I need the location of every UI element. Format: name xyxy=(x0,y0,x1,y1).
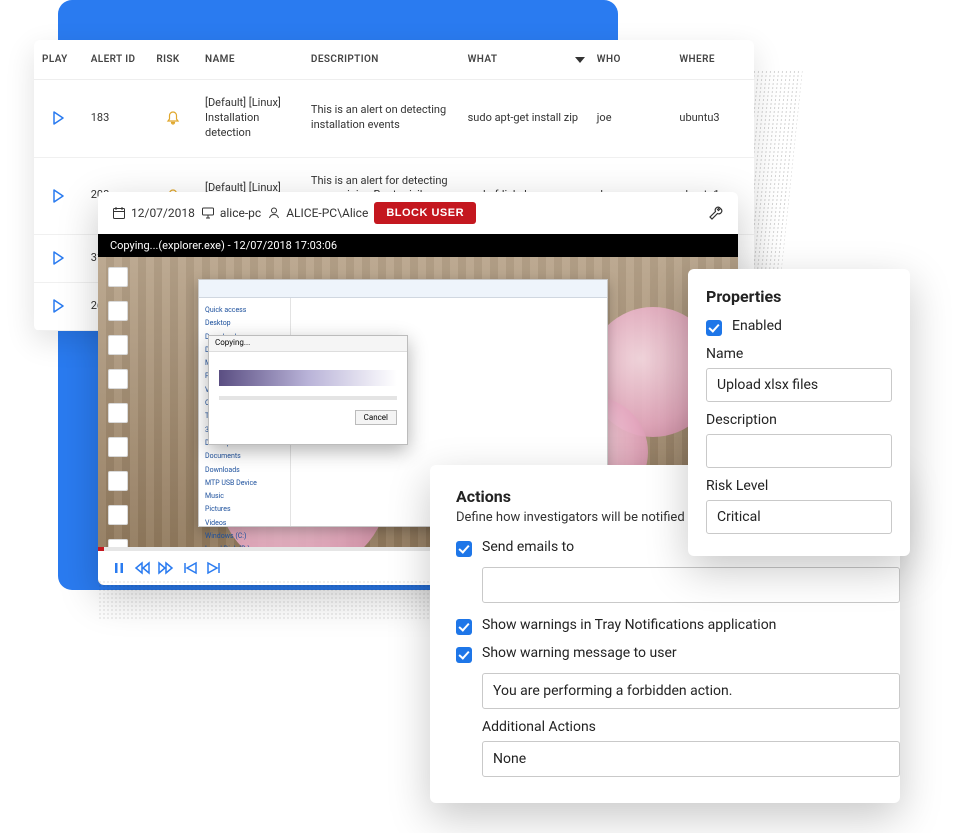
session-date-value: 12/07/2018 xyxy=(131,206,195,220)
risk-level-value: Critical xyxy=(717,509,761,525)
additional-actions-value: None xyxy=(493,751,526,767)
user-warning-label: Show warning message to user xyxy=(482,645,677,661)
header-name[interactable]: NAME xyxy=(197,40,303,80)
header-who[interactable]: WHO xyxy=(589,40,672,80)
session-host-value: alice-pc xyxy=(220,206,261,220)
calendar-icon xyxy=(112,206,126,220)
cell-who: joe xyxy=(589,80,672,158)
cell-risk xyxy=(148,80,197,158)
play-button[interactable] xyxy=(34,235,83,283)
properties-title: Properties xyxy=(706,287,892,306)
name-input[interactable]: Upload xlsx files xyxy=(706,368,892,402)
properties-panel: Properties Enabled Name Upload xlsx file… xyxy=(688,269,910,556)
play-button[interactable] xyxy=(34,157,83,235)
skip-back-button[interactable] xyxy=(182,561,198,575)
tray-warning-row[interactable]: Show warnings in Tray Notifications appl… xyxy=(456,617,874,635)
play-icon xyxy=(51,189,65,203)
table-row[interactable]: 183 [Default] [Linux] Installation detec… xyxy=(34,80,754,158)
tray-warning-label: Show warnings in Tray Notifications appl… xyxy=(482,617,776,633)
wrench-icon[interactable] xyxy=(708,205,724,221)
checkbox-checked-icon[interactable] xyxy=(706,320,722,336)
session-host: alice-pc xyxy=(201,206,261,220)
copy-dialog: Copying... Cancel xyxy=(208,335,408,445)
checkbox-checked-icon[interactable] xyxy=(456,647,472,663)
forward-button[interactable] xyxy=(158,561,174,575)
enabled-label: Enabled xyxy=(732,318,782,334)
header-what[interactable]: WHAT xyxy=(460,40,589,80)
name-value: Upload xlsx files xyxy=(717,377,818,393)
bell-icon xyxy=(166,111,180,125)
session-user-value: ALICE-PC\Alice xyxy=(286,206,368,220)
play-icon xyxy=(51,111,65,125)
cell-description: This is an alert on detecting installati… xyxy=(303,80,460,158)
copy-dialog-title: Copying... xyxy=(209,336,407,352)
user-warning-row[interactable]: Show warning message to user xyxy=(456,645,874,663)
additional-actions-label: Additional Actions xyxy=(482,719,874,735)
player-info-bar: 12/07/2018 alice-pc ALICE-PC\Alice BLOCK… xyxy=(98,192,738,234)
header-risk[interactable]: RISK xyxy=(148,40,197,80)
header-alert-id[interactable]: ALERT ID xyxy=(83,40,149,80)
desktop-icons xyxy=(108,267,130,585)
play-icon xyxy=(51,251,65,265)
player-title-bar: Copying...(explorer.exe) - 12/07/2018 17… xyxy=(98,234,738,257)
sort-desc-icon xyxy=(575,57,585,63)
header-play[interactable]: PLAY xyxy=(34,40,83,80)
play-button[interactable] xyxy=(34,80,83,158)
cell-alert-id: 183 xyxy=(83,80,149,158)
additional-actions-select[interactable]: None xyxy=(482,741,900,777)
monitor-icon xyxy=(201,206,215,220)
checkbox-checked-icon[interactable] xyxy=(456,619,472,635)
send-emails-input[interactable] xyxy=(482,567,900,603)
checkbox-checked-icon[interactable] xyxy=(456,541,472,557)
send-emails-label: Send emails to xyxy=(482,539,574,555)
cell-what: sudo apt-get install zip xyxy=(460,80,589,158)
play-button[interactable] xyxy=(34,282,83,330)
session-user: ALICE-PC\Alice xyxy=(267,206,368,220)
header-what-label: WHAT xyxy=(468,54,498,65)
user-warning-value: You are performing a forbidden action. xyxy=(493,683,732,699)
pause-button[interactable] xyxy=(112,561,126,575)
alerts-table-header: PLAY ALERT ID RISK NAME DESCRIPTION WHAT… xyxy=(34,40,754,80)
risk-level-select[interactable]: Critical xyxy=(706,500,892,534)
user-warning-input[interactable]: You are performing a forbidden action. xyxy=(482,673,900,709)
description-input[interactable] xyxy=(706,434,892,468)
name-label: Name xyxy=(706,346,892,362)
description-label: Description xyxy=(706,412,892,428)
user-icon xyxy=(267,206,281,220)
block-user-button[interactable]: BLOCK USER xyxy=(374,202,476,224)
session-date: 12/07/2018 xyxy=(112,206,195,220)
cell-name: [Default] [Linux] Installation detection xyxy=(197,80,303,158)
rewind-button[interactable] xyxy=(134,561,150,575)
play-icon xyxy=(51,299,65,313)
cell-where: ubuntu3 xyxy=(671,80,754,158)
risk-level-label: Risk Level xyxy=(706,478,892,494)
copy-dialog-cancel: Cancel xyxy=(355,410,397,425)
skip-forward-button[interactable] xyxy=(206,561,222,575)
header-description[interactable]: DESCRIPTION xyxy=(303,40,460,80)
header-where[interactable]: WHERE xyxy=(671,40,754,80)
enabled-row[interactable]: Enabled xyxy=(706,318,892,336)
